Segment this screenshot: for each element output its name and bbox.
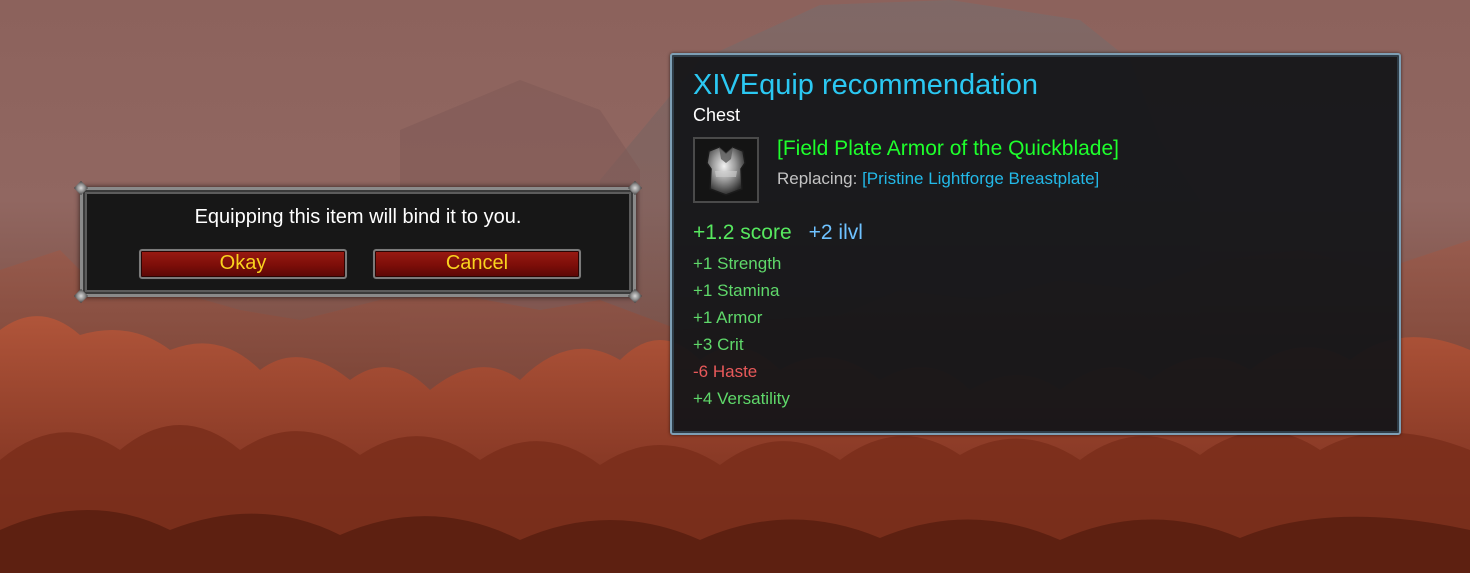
bind-confirm-dialog: Equipping this item will bind it to you.… bbox=[73, 180, 643, 304]
replaced-item-link[interactable]: [Pristine Lightforge Breastplate] bbox=[862, 169, 1099, 188]
recommended-item-link[interactable]: [Field Plate Armor of the Quickblade] bbox=[777, 137, 1119, 161]
stat-change-haste: -6 Haste bbox=[693, 362, 758, 381]
stat-change-versatility: +4 Versatility bbox=[693, 389, 790, 408]
ilvl-delta: +2 ilvl bbox=[808, 221, 863, 244]
score-summary: +1.2 score +2 ilvl bbox=[693, 221, 863, 245]
replacing-line: Replacing: [Pristine Lightforge Breastpl… bbox=[777, 169, 1099, 189]
stat-change-armor: +1 Armor bbox=[693, 308, 763, 327]
stat-changes-list: +1 Strength +1 Stamina +1 Armor +3 Crit … bbox=[693, 250, 790, 412]
stat-change-crit: +3 Crit bbox=[693, 335, 744, 354]
replacing-prefix: Replacing: bbox=[777, 169, 858, 188]
confirm-message: Equipping this item will bind it to you. bbox=[194, 206, 522, 228]
stat-change-strength: +1 Strength bbox=[693, 254, 782, 273]
stat-change-stamina: +1 Stamina bbox=[693, 281, 780, 300]
cancel-button[interactable]: Cancel bbox=[373, 249, 581, 279]
equipment-slot-label: Chest bbox=[693, 105, 741, 125]
chest-armor-icon[interactable] bbox=[693, 137, 759, 203]
score-delta: +1.2 score bbox=[693, 221, 792, 244]
xivequip-recommendation-tooltip: XIVEquip recommendation Chest [Field Pla… bbox=[670, 53, 1401, 435]
tooltip-title: XIVEquip recommendation bbox=[693, 69, 1038, 101]
okay-button[interactable]: Okay bbox=[139, 249, 347, 279]
